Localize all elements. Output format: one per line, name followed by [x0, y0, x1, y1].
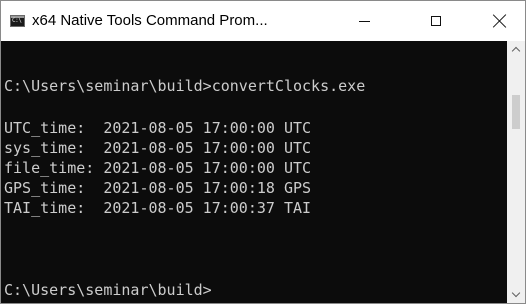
maximize-icon: [431, 16, 441, 26]
console-line: TAI_time: 2021-08-05 17:00:37 TAI: [4, 199, 312, 217]
chevron-down-icon: [511, 288, 521, 298]
command-prompt-icon[interactable]: C:\: [10, 15, 25, 27]
console-line: sys_time: 2021-08-05 17:00:00 UTC: [4, 139, 312, 157]
console-line: C:\Users\seminar\build>convertClocks.exe: [4, 77, 366, 95]
scroll-down-button[interactable]: [507, 286, 525, 303]
close-icon: [493, 14, 507, 28]
minimize-button[interactable]: [341, 1, 387, 41]
window-title: x64 Native Tools Command Prom...: [32, 12, 268, 29]
maximize-button[interactable]: [413, 1, 459, 41]
console-line: GPS_time: 2021-08-05 17:00:18 GPS: [4, 179, 312, 197]
title-bar[interactable]: C:\ x64 Native Tools Command Prom...: [1, 1, 525, 41]
console-line: file_time: 2021-08-05 17:00:00 UTC: [4, 159, 312, 177]
minimize-icon: [358, 20, 370, 22]
close-button[interactable]: [477, 1, 523, 41]
scroll-up-button[interactable]: [507, 41, 525, 58]
console-window: C:\ x64 Native Tools Command Prom... C:\…: [0, 0, 526, 304]
console-prompt: C:\Users\seminar\build>: [4, 281, 212, 299]
icon-glyph: C:\: [12, 17, 22, 24]
console-line: UTC_time: 2021-08-05 17:00:00 UTC: [4, 119, 312, 137]
scroll-thumb[interactable]: [512, 95, 520, 129]
vertical-scrollbar[interactable]: [507, 41, 525, 303]
chevron-up-icon: [511, 46, 521, 56]
console-output[interactable]: C:\Users\seminar\build>convertClocks.exe…: [1, 41, 507, 303]
